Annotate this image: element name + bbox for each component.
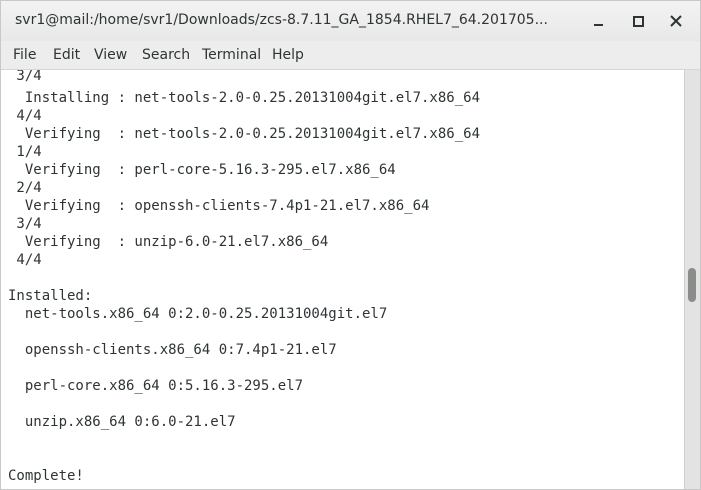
- terminal-line: net-tools.x86_64 0:2.0-0.25.20131004git.…: [8, 306, 388, 322]
- menu-search[interactable]: Search: [142, 47, 190, 63]
- terminal-line: unzip.x86_64 0:6.0-21.el7: [8, 414, 236, 430]
- menu-file[interactable]: File: [13, 47, 36, 63]
- menu-terminal[interactable]: Terminal: [202, 47, 261, 63]
- terminal-line: Complete!: [8, 468, 84, 484]
- maximize-icon: [633, 16, 644, 27]
- terminal-line: Installed:: [8, 288, 93, 304]
- maximize-button[interactable]: [626, 9, 650, 33]
- terminal-line: 3/4: [8, 70, 42, 84]
- close-button[interactable]: [664, 9, 688, 33]
- terminal-output[interactable]: 3/4 Installing : net-tools-2.0-0.25.2013…: [1, 70, 684, 489]
- menu-edit[interactable]: Edit: [53, 47, 80, 63]
- terminal-window: svr1@mail:/home/svr1/Downloads/zcs-8.7.1…: [0, 0, 701, 490]
- scrollbar-thumb[interactable]: [688, 268, 696, 302]
- terminal-line: Verifying : openssh-clients-7.4p1-21.el7…: [8, 198, 430, 214]
- terminal-line: Verifying : unzip-6.0-21.el7.x86_64: [8, 234, 329, 250]
- window-title: svr1@mail:/home/svr1/Downloads/zcs-8.7.1…: [15, 12, 548, 28]
- terminal-line: Verifying : net-tools-2.0-0.25.20131004g…: [8, 126, 481, 142]
- terminal-line: 2/4: [8, 180, 42, 196]
- close-icon: [670, 15, 682, 27]
- terminal-line: 1/4: [8, 144, 42, 160]
- terminal-line: openssh-clients.x86_64 0:7.4p1-21.el7: [8, 342, 337, 358]
- minimize-button[interactable]: [587, 9, 611, 33]
- menu-view[interactable]: View: [94, 47, 127, 63]
- terminal-line: 3/4: [8, 216, 42, 232]
- terminal-line: 4/4: [8, 252, 42, 268]
- terminal-line: Installing : net-tools-2.0-0.25.20131004…: [8, 90, 481, 106]
- minimize-icon: [594, 24, 603, 26]
- terminal-line: 4/4: [8, 108, 42, 124]
- title-bar[interactable]: svr1@mail:/home/svr1/Downloads/zcs-8.7.1…: [1, 1, 700, 41]
- menu-help[interactable]: Help: [272, 47, 304, 63]
- terminal-line: perl-core.x86_64 0:5.16.3-295.el7: [8, 378, 304, 394]
- terminal-line: Verifying : perl-core-5.16.3-295.el7.x86…: [8, 162, 396, 178]
- vertical-scrollbar[interactable]: [684, 70, 700, 489]
- menu-bar: File Edit View Search Terminal Help: [1, 41, 700, 70]
